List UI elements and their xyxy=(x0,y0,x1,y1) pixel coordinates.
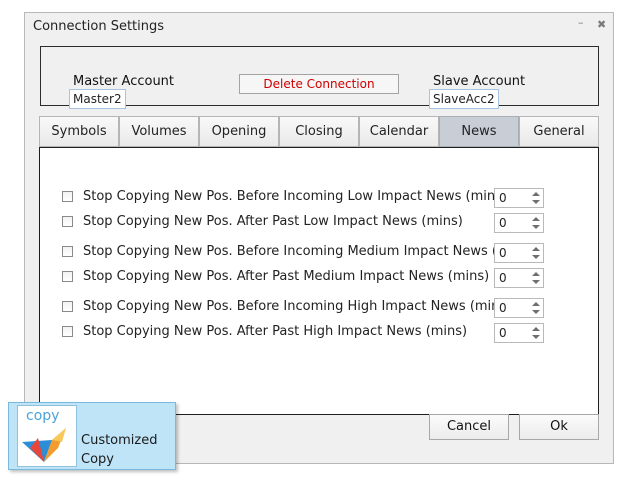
news-setting-label: Stop Copying New Pos. After Past High Im… xyxy=(83,324,468,339)
tab-symbols[interactable]: Symbols xyxy=(39,116,119,147)
window-title: Connection Settings xyxy=(33,19,165,34)
ok-button[interactable]: Ok xyxy=(519,414,599,440)
stop-copying-checkbox[interactable] xyxy=(62,191,73,202)
news-setting-row: Stop Copying New Pos. Before Incoming Hi… xyxy=(62,298,562,318)
stop-copying-checkbox[interactable] xyxy=(62,216,73,227)
spin-down-icon[interactable] xyxy=(531,279,541,287)
badge-line-2: Copy xyxy=(81,452,114,467)
minutes-value: 0 xyxy=(499,301,507,315)
tab-bar: Symbols Volumes Opening Closing Calendar News… xyxy=(39,116,599,147)
news-setting-label: Stop Copying New Pos. Before Incoming Lo… xyxy=(83,189,507,204)
minutes-value: 0 xyxy=(499,216,507,230)
stop-copying-checkbox[interactable] xyxy=(62,246,73,257)
tab-closing[interactable]: Closing xyxy=(279,116,359,147)
copy-logo: copy xyxy=(17,405,77,467)
minutes-spinbox[interactable]: 0 xyxy=(494,268,544,288)
minutes-spinbox[interactable]: 0 xyxy=(494,298,544,318)
news-setting-row: Stop Copying New Pos. After Past High Im… xyxy=(62,323,562,343)
news-settings-panel: Stop Copying New Pos. Before Incoming Lo… xyxy=(39,147,599,415)
news-setting-label: Stop Copying New Pos. After Past Low Imp… xyxy=(83,214,463,229)
stop-copying-checkbox[interactable] xyxy=(62,326,73,337)
minutes-spinbox[interactable]: 0 xyxy=(494,323,544,343)
paper-bird-icon xyxy=(22,428,66,462)
spin-up-icon[interactable] xyxy=(531,190,541,198)
slave-account-label: Slave Account xyxy=(433,74,526,89)
spin-up-icon[interactable] xyxy=(531,270,541,278)
stop-copying-checkbox[interactable] xyxy=(62,301,73,312)
minutes-spinbox[interactable]: 0 xyxy=(494,243,544,263)
tab-news[interactable]: News xyxy=(439,116,519,147)
minutes-value: 0 xyxy=(499,271,507,285)
accounts-group: Master Account Master2 Delete Connection… xyxy=(40,46,599,109)
spin-up-icon[interactable] xyxy=(531,300,541,308)
master-account-label: Master Account xyxy=(73,74,175,89)
news-setting-label: Stop Copying New Pos. Before Incoming Hi… xyxy=(83,299,512,314)
slave-account-field[interactable]: SlaveAcc2 xyxy=(429,89,499,109)
minutes-value: 0 xyxy=(499,246,507,260)
customized-copy-badge: copy Customized Copy xyxy=(8,402,176,470)
spin-up-icon[interactable] xyxy=(531,245,541,253)
minutes-spinbox[interactable]: 0 xyxy=(494,213,544,233)
spin-down-icon[interactable] xyxy=(531,254,541,262)
delete-connection-button[interactable]: Delete Connection xyxy=(239,74,399,94)
minutes-value: 0 xyxy=(499,326,507,340)
minutes-spinbox[interactable]: 0 xyxy=(494,188,544,208)
spin-down-icon[interactable] xyxy=(531,309,541,317)
minimize-icon[interactable]: – xyxy=(578,16,584,29)
badge-line-1: Customized xyxy=(81,433,158,448)
master-account-field[interactable]: Master2 xyxy=(69,89,126,109)
tab-general[interactable]: General xyxy=(519,116,599,147)
news-setting-label: Stop Copying New Pos. After Past Medium … xyxy=(83,269,490,284)
close-icon[interactable]: ✖ xyxy=(597,18,606,31)
spin-down-icon[interactable] xyxy=(531,224,541,232)
news-setting-label: Stop Copying New Pos. Before Incoming Me… xyxy=(83,244,534,259)
spin-up-icon[interactable] xyxy=(531,325,541,333)
spin-down-icon[interactable] xyxy=(531,199,541,207)
tab-calendar[interactable]: Calendar xyxy=(359,116,439,147)
stop-copying-checkbox[interactable] xyxy=(62,271,73,282)
news-setting-row: Stop Copying New Pos. After Past Low Imp… xyxy=(62,213,562,233)
title-bar: Connection Settings – ✖ xyxy=(25,13,613,41)
cancel-button[interactable]: Cancel xyxy=(429,414,509,440)
news-setting-row: Stop Copying New Pos. After Past Medium … xyxy=(62,268,562,288)
tab-opening[interactable]: Opening xyxy=(199,116,279,147)
spin-down-icon[interactable] xyxy=(531,334,541,342)
minutes-value: 0 xyxy=(499,191,507,205)
spin-up-icon[interactable] xyxy=(531,215,541,223)
news-setting-row: Stop Copying New Pos. Before Incoming Lo… xyxy=(62,188,562,208)
news-setting-row: Stop Copying New Pos. Before Incoming Me… xyxy=(62,243,562,263)
tab-volumes[interactable]: Volumes xyxy=(119,116,199,147)
